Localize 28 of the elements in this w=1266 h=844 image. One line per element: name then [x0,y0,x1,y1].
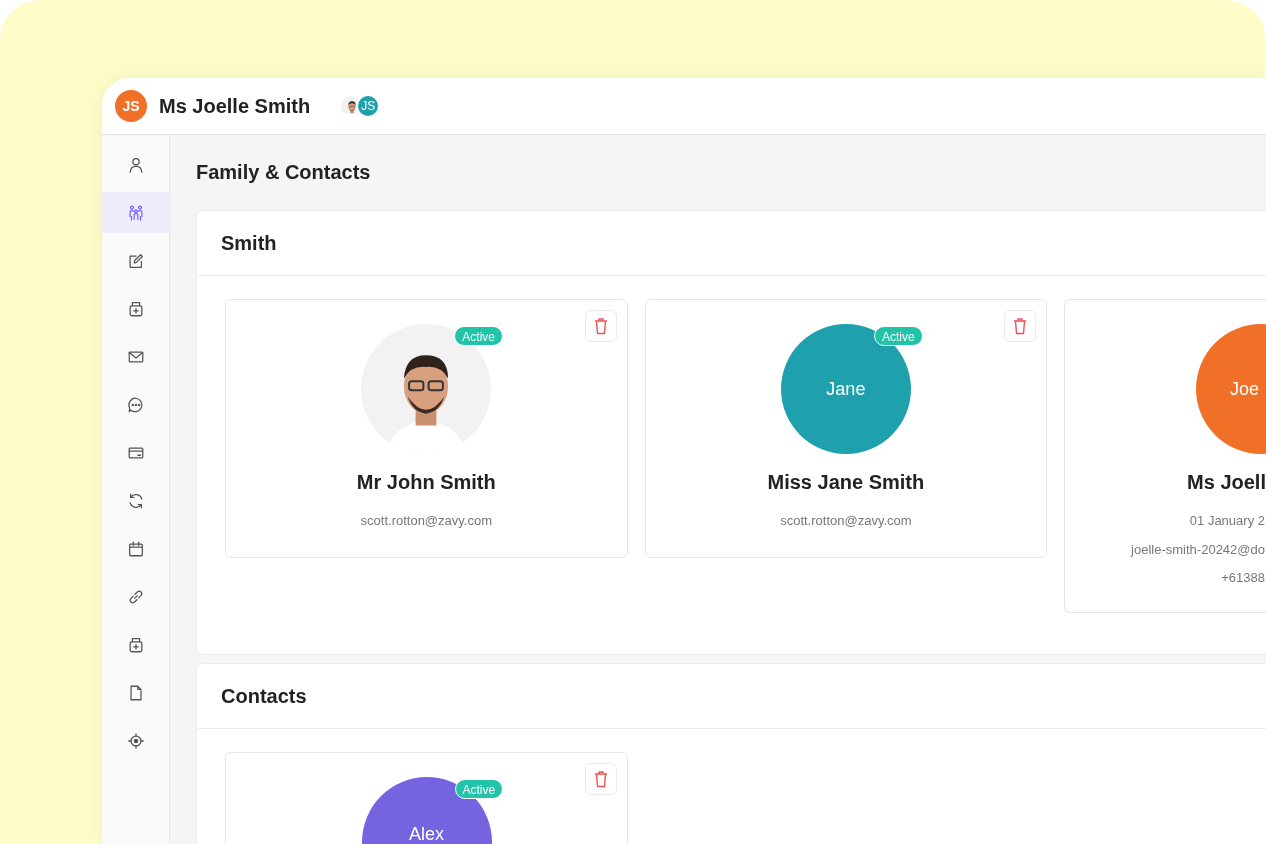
contact-detail: scott.rotton@zavy.com [780,512,912,530]
page-title: Family & Contacts [196,160,372,185]
status-badge: Active [454,778,504,799]
contact-detail: 01 January 2 [1189,512,1266,530]
avatar: Joe [1196,324,1266,454]
target-icon [126,731,145,750]
trash-icon [593,769,609,788]
contact-detail: scott.rotton@zavy.com [360,512,492,530]
delete-button[interactable] [1004,310,1037,342]
delete-button[interactable] [584,310,617,342]
status-badge: Active [454,326,503,346]
delete-button[interactable] [585,762,617,795]
status-badge: Active [873,326,923,346]
contact-name: Mr John Smith [356,470,496,495]
avatar: JS [356,94,381,118]
avatar: JS [115,90,147,122]
contact-name: Miss Jane Smith [767,470,925,495]
page-header-title: Ms Joelle Smith [159,94,311,119]
calendar-icon [126,539,145,558]
trash-icon [592,317,609,335]
sidebar-item[interactable] [102,192,169,233]
contact-detail: joelle-smith-20242@do [1131,540,1266,559]
contact-name: Ms Joell [1187,470,1266,495]
contact-detail: +61388 [1221,569,1266,587]
trash-icon [1012,317,1029,335]
chat-icon [126,395,145,414]
section-title: Contacts [221,683,307,709]
section-title: Smith [221,231,277,256]
